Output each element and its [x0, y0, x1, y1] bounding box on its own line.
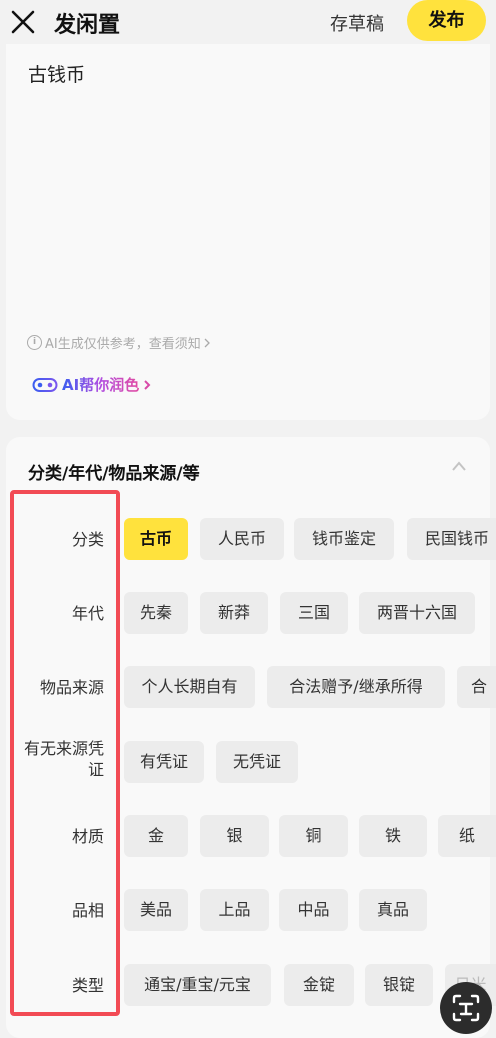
option-chip[interactable]: 两晋十六国 — [359, 592, 475, 634]
ai-polish-label: AI帮你润色 — [62, 376, 140, 394]
option-chip[interactable]: 上品 — [200, 889, 269, 931]
description-input[interactable]: 古钱币 — [28, 60, 85, 87]
info-icon: i — [27, 335, 42, 350]
chevron-right-icon — [144, 379, 151, 390]
close-icon — [11, 10, 35, 34]
option-chip[interactable]: 金锭 — [284, 964, 354, 1006]
section-title: 分类/年代/物品来源/等 — [28, 464, 200, 484]
option-chip[interactable]: 通宝/重宝/元宝 — [124, 964, 271, 1006]
option-chip[interactable]: 钱币鉴定 — [294, 518, 394, 560]
description-card: 古钱币 i AI生成仅供参考，查看须知 AI帮你润色 — [6, 44, 490, 420]
option-chip[interactable]: 合法赠予/继承所得 — [267, 666, 445, 708]
ai-disclaimer[interactable]: i AI生成仅供参考，查看须知 — [27, 333, 211, 352]
chevron-right-icon — [204, 338, 210, 347]
option-chip[interactable]: 先秦 — [124, 592, 188, 634]
option-chip[interactable]: 个人长期自有 — [124, 666, 255, 708]
option-chip[interactable]: 新莽 — [200, 592, 268, 634]
chevron-up-icon[interactable] — [452, 461, 466, 471]
publish-button[interactable]: 发布 — [407, 0, 486, 41]
option-chip[interactable]: 无凭证 — [216, 741, 298, 783]
close-button[interactable] — [8, 7, 38, 37]
option-chip[interactable]: 中品 — [279, 889, 348, 931]
option-chip[interactable]: 铁 — [359, 815, 427, 857]
option-chip-selected[interactable]: 古币 — [124, 518, 188, 560]
option-chip[interactable]: 合 — [457, 666, 496, 708]
scan-text-icon — [452, 994, 480, 1022]
page-title: 发闲置 — [54, 13, 121, 38]
option-chip[interactable]: 铜 — [279, 815, 348, 857]
option-chip[interactable]: 纸 — [438, 815, 496, 857]
option-chip[interactable]: 人民币 — [200, 518, 284, 560]
ai-logo-icon — [32, 377, 58, 392]
option-chip[interactable]: 金 — [124, 815, 188, 857]
option-chip[interactable]: 美品 — [124, 889, 188, 931]
highlight-annotation — [10, 490, 120, 1016]
top-bar: 发闲置 存草稿 发布 — [0, 0, 496, 44]
option-chip[interactable]: 三国 — [280, 592, 348, 634]
ai-polish-button[interactable]: AI帮你润色 — [32, 374, 152, 395]
option-chip[interactable]: 银锭 — [365, 964, 433, 1006]
ai-disclaimer-text: AI生成仅供参考，查看须知 — [45, 337, 201, 352]
option-chip[interactable]: 银 — [200, 815, 269, 857]
save-draft-button[interactable]: 存草稿 — [330, 10, 384, 36]
option-chip[interactable]: 有凭证 — [124, 741, 204, 783]
option-chip[interactable]: 民国钱币 — [407, 518, 496, 560]
option-chip[interactable]: 真品 — [359, 889, 427, 931]
scan-text-button[interactable] — [440, 982, 492, 1034]
